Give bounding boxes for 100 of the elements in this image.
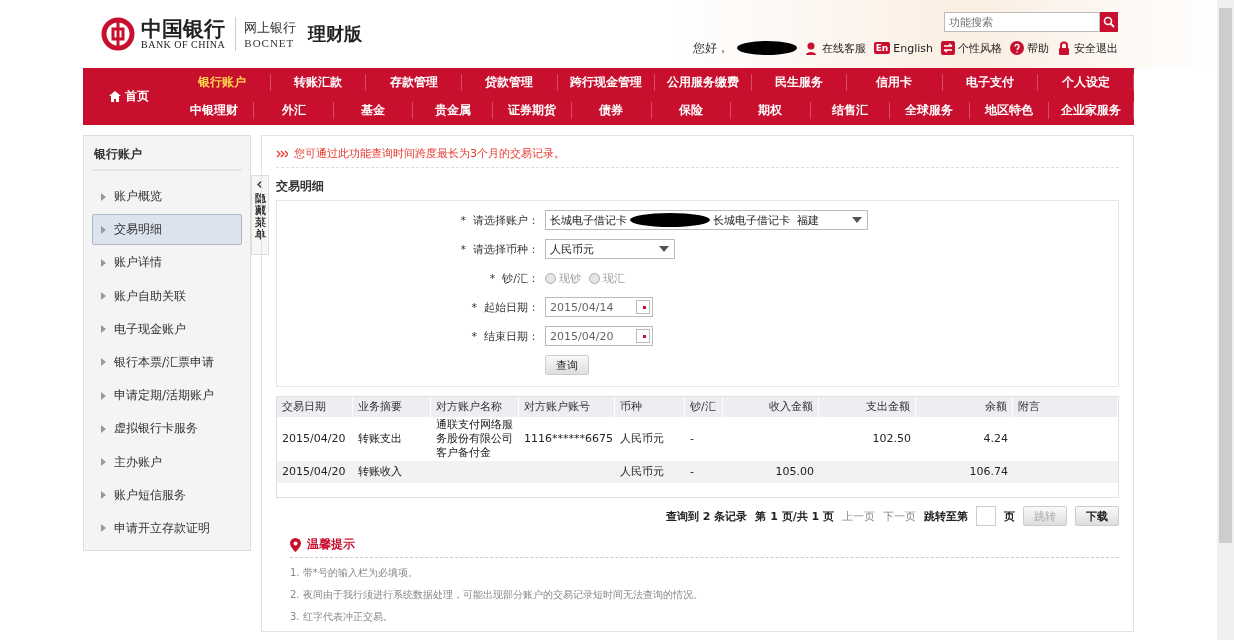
nav-item[interactable]: 中银理财: [175, 102, 255, 120]
nav-item[interactable]: 贵金属: [413, 102, 493, 120]
header-link[interactable]: 个性风格: [941, 40, 1002, 56]
triangle-icon: [101, 292, 106, 301]
table-cell-text: 人民币元: [619, 465, 665, 479]
location-pin-icon: [290, 537, 301, 552]
nav-item[interactable]: 证券期货: [492, 102, 573, 120]
triangle-icon: [101, 424, 106, 433]
dropdown-field[interactable]: 长城电子借记卡 长城电子借记卡 福建: [545, 210, 868, 230]
nav-item[interactable]: 电子支付: [942, 73, 1039, 91]
triangle-icon: [101, 258, 106, 267]
header-link[interactable]: En English: [873, 41, 933, 55]
field-label: * 钞/汇：: [488, 270, 540, 286]
tips-title: 温馨提示: [307, 536, 355, 553]
table-cell-text: 通联支付网络服务股份有限公司客户备付金: [435, 418, 514, 460]
table-cell-text: 105.00: [774, 465, 815, 479]
select-value: 人民币元: [550, 241, 594, 257]
search-field[interactable]: 功能搜索: [944, 11, 1100, 32]
header-link[interactable]: 帮助: [1010, 40, 1049, 56]
select-value: 长城电子借记卡 福建: [713, 212, 819, 228]
nav-item[interactable]: 基金: [333, 102, 414, 120]
query-button[interactable]: 查询: [545, 355, 589, 375]
nav-item[interactable]: 存款管理: [366, 73, 462, 91]
sidebar-item[interactable]: 银行本票/汇票申请: [92, 346, 242, 378]
nav-item[interactable]: 地区特色: [969, 102, 1049, 120]
sidebar-title: 银行账户: [92, 144, 242, 171]
page-unit: 页: [1004, 508, 1015, 524]
tip-text: 3. 红字代表冲正交易。: [290, 610, 394, 624]
prev-page-link[interactable]: 上一页: [842, 508, 875, 524]
nav-item[interactable]: 银行账户: [175, 73, 271, 91]
triangle-icon: [101, 325, 106, 334]
nav-item[interactable]: 结售汇: [810, 102, 891, 120]
table-cell-text: 4.24: [982, 432, 1009, 446]
search-button[interactable]: [1100, 11, 1118, 32]
table-cell-text: 人民币元: [619, 432, 665, 446]
help-icon: [1010, 41, 1024, 55]
swap-icon: [941, 41, 955, 55]
sidebar-item[interactable]: 申请定期/活期账户: [92, 380, 242, 412]
sidebar-item[interactable]: 账户概览: [92, 181, 242, 212]
page-number-field[interactable]: [976, 506, 996, 526]
dropdown-caret-icon: [851, 216, 863, 224]
section-title: 交易明细: [276, 178, 325, 195]
badge: En: [873, 42, 891, 54]
nav-item[interactable]: 公用服务缴费: [654, 73, 752, 91]
date-field[interactable]: 2015/04/14: [545, 297, 653, 317]
table-cell-text: 106.74: [968, 465, 1009, 479]
field-label: * 请选择账户：: [459, 212, 540, 228]
nav-item[interactable]: 全球服务: [890, 102, 970, 120]
calendar-icon: [636, 300, 650, 314]
sidebar-item[interactable]: 交易明细: [92, 214, 242, 246]
triangle-icon: [101, 491, 106, 500]
nav-item[interactable]: 期权: [731, 102, 811, 120]
product-name: 网上银行: [244, 19, 297, 37]
lock-icon: [1057, 41, 1071, 55]
field-label: * 请选择币种：: [459, 241, 540, 257]
header-link[interactable]: 在线客服: [804, 40, 866, 56]
next-page-link[interactable]: 下一页: [883, 508, 916, 524]
tip-text: 2. 夜间由于我行须进行系统数据处理，可能出现部分账户的交易记录短时间无法查询的情况。: [290, 588, 704, 602]
bank-logo-icon: [101, 17, 135, 51]
dropdown-field[interactable]: 人民币元: [545, 239, 675, 259]
notice-text: 您可通过此功能查询时间跨度最长为3个月的交易记录。: [294, 146, 565, 161]
triangle-icon: [101, 225, 106, 234]
header-link[interactable]: 安全退出: [1057, 40, 1118, 56]
double-chevron-icon: [276, 149, 288, 158]
nav-item[interactable]: 首页: [83, 68, 175, 125]
table-cell-text: 2015/04/20: [281, 432, 347, 446]
triangle-icon: [101, 358, 106, 367]
table-cell-text: 102.50: [871, 432, 912, 446]
triangle-icon: [101, 524, 106, 533]
nav-item[interactable]: 外汇: [254, 102, 334, 120]
table-cell-text: 1116******6675: [523, 432, 614, 446]
sidebar-item[interactable]: 账户短信服务: [92, 479, 242, 511]
nav-item[interactable]: 转账汇款: [270, 73, 367, 91]
nav-item[interactable]: 信用卡: [847, 73, 943, 91]
sidebar-item[interactable]: 账户自助关联: [92, 280, 242, 312]
sidebar-item[interactable]: 申请开立存款证明: [92, 512, 242, 544]
jump-label: 跳转至第: [924, 508, 968, 524]
date-field[interactable]: 2015/04/20: [545, 326, 653, 346]
select-value: 长城电子借记卡: [550, 212, 627, 228]
sidebar-item[interactable]: 账户详情: [92, 247, 242, 279]
download-button[interactable]: 下载: [1075, 506, 1119, 526]
sidebar-item[interactable]: 虚拟银行卡服务: [92, 413, 242, 445]
nav-item[interactable]: 债券: [572, 102, 652, 120]
chevron-left-icon: [257, 180, 263, 189]
sidebar-item[interactable]: 电子现金账户: [92, 313, 242, 345]
nav-item[interactable]: 个人设定: [1038, 73, 1134, 91]
nav-item[interactable]: 贷款管理: [461, 73, 558, 91]
nav-item[interactable]: 跨行现金管理: [557, 73, 655, 91]
triangle-icon: [101, 458, 106, 466]
dropdown-caret-icon: [658, 245, 670, 253]
field-label: * 结束日期：: [470, 328, 540, 344]
nav-item[interactable]: 企业家服务: [1049, 102, 1134, 120]
product-subtitle: BOCNET: [244, 37, 296, 49]
sidebar-item[interactable]: 主办账户: [92, 446, 242, 478]
nav-item[interactable]: 民生服务: [751, 73, 848, 91]
greeting: 您好，: [692, 39, 729, 57]
nav-item[interactable]: 保险: [651, 102, 732, 120]
page-info: 第 1 页/共 1 页: [755, 508, 834, 524]
triangle-icon: [101, 192, 106, 201]
table-cell-text: 转账支出: [357, 432, 403, 446]
